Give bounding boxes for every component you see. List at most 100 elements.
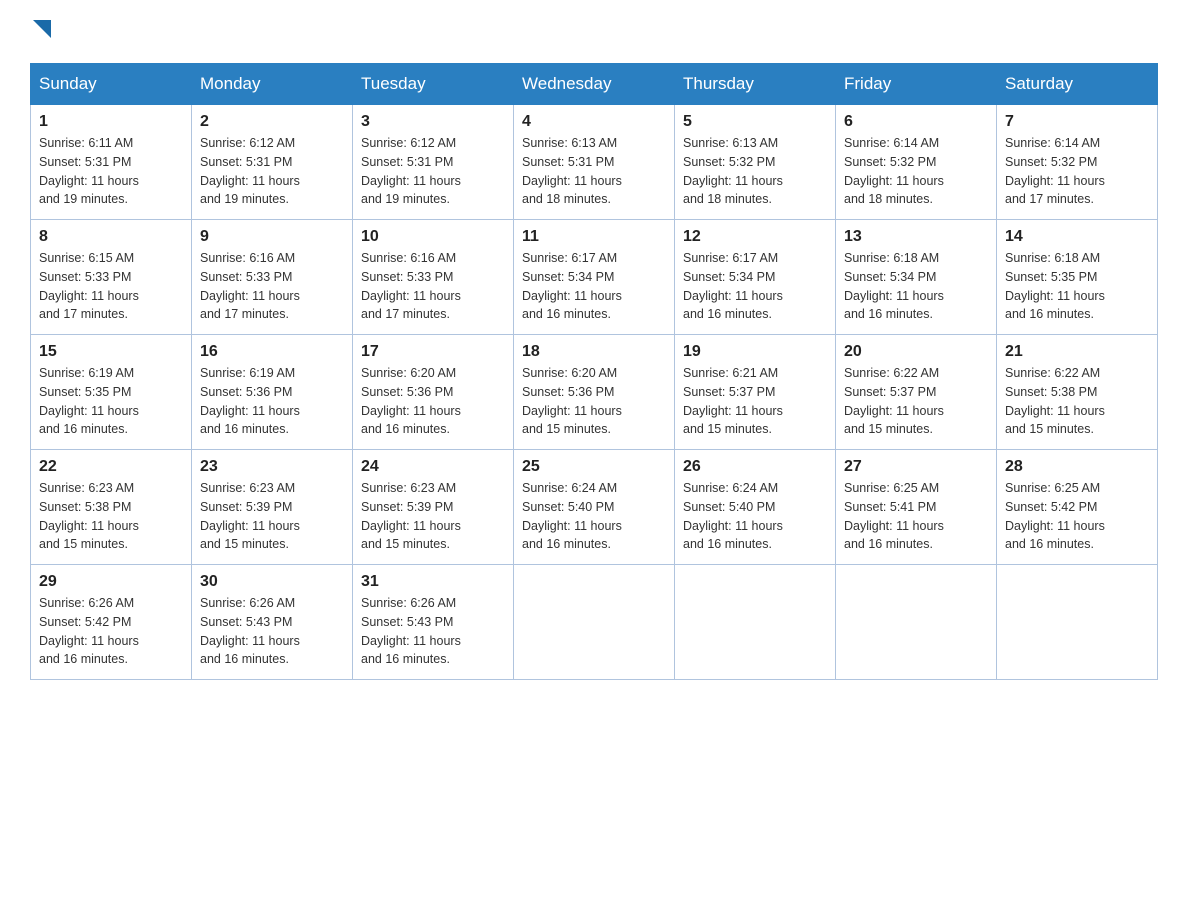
calendar-cell: 4 Sunrise: 6:13 AMSunset: 5:31 PMDayligh… [514,105,675,220]
calendar-header-row: SundayMondayTuesdayWednesdayThursdayFrid… [31,64,1158,105]
day-number: 23 [200,458,344,476]
day-info: Sunrise: 6:19 AMSunset: 5:35 PMDaylight:… [39,366,139,436]
day-info: Sunrise: 6:18 AMSunset: 5:34 PMDaylight:… [844,251,944,321]
day-info: Sunrise: 6:23 AMSunset: 5:39 PMDaylight:… [200,481,300,551]
day-number: 11 [522,228,666,246]
page-header [30,20,1158,43]
calendar-week-row: 22 Sunrise: 6:23 AMSunset: 5:38 PMDaylig… [31,450,1158,565]
calendar-cell: 16 Sunrise: 6:19 AMSunset: 5:36 PMDaylig… [192,335,353,450]
calendar-cell: 11 Sunrise: 6:17 AMSunset: 5:34 PMDaylig… [514,220,675,335]
day-number: 2 [200,113,344,131]
day-number: 24 [361,458,505,476]
calendar-week-row: 29 Sunrise: 6:26 AMSunset: 5:42 PMDaylig… [31,565,1158,680]
calendar-cell [675,565,836,680]
calendar-cell: 8 Sunrise: 6:15 AMSunset: 5:33 PMDayligh… [31,220,192,335]
day-number: 15 [39,343,183,361]
calendar-cell: 30 Sunrise: 6:26 AMSunset: 5:43 PMDaylig… [192,565,353,680]
calendar-cell: 18 Sunrise: 6:20 AMSunset: 5:36 PMDaylig… [514,335,675,450]
calendar-cell: 31 Sunrise: 6:26 AMSunset: 5:43 PMDaylig… [353,565,514,680]
day-number: 12 [683,228,827,246]
day-info: Sunrise: 6:13 AMSunset: 5:32 PMDaylight:… [683,136,783,206]
day-number: 1 [39,113,183,131]
calendar-cell: 13 Sunrise: 6:18 AMSunset: 5:34 PMDaylig… [836,220,997,335]
day-number: 5 [683,113,827,131]
calendar-cell [514,565,675,680]
day-number: 17 [361,343,505,361]
calendar-cell: 19 Sunrise: 6:21 AMSunset: 5:37 PMDaylig… [675,335,836,450]
calendar-week-row: 15 Sunrise: 6:19 AMSunset: 5:35 PMDaylig… [31,335,1158,450]
day-info: Sunrise: 6:26 AMSunset: 5:42 PMDaylight:… [39,596,139,666]
day-number: 4 [522,113,666,131]
calendar-cell: 24 Sunrise: 6:23 AMSunset: 5:39 PMDaylig… [353,450,514,565]
calendar-table: SundayMondayTuesdayWednesdayThursdayFrid… [30,63,1158,680]
day-info: Sunrise: 6:25 AMSunset: 5:41 PMDaylight:… [844,481,944,551]
day-number: 18 [522,343,666,361]
calendar-cell: 22 Sunrise: 6:23 AMSunset: 5:38 PMDaylig… [31,450,192,565]
day-info: Sunrise: 6:26 AMSunset: 5:43 PMDaylight:… [361,596,461,666]
calendar-cell [836,565,997,680]
calendar-cell: 17 Sunrise: 6:20 AMSunset: 5:36 PMDaylig… [353,335,514,450]
weekday-header-thursday: Thursday [675,64,836,105]
day-info: Sunrise: 6:20 AMSunset: 5:36 PMDaylight:… [361,366,461,436]
day-info: Sunrise: 6:18 AMSunset: 5:35 PMDaylight:… [1005,251,1105,321]
calendar-cell: 25 Sunrise: 6:24 AMSunset: 5:40 PMDaylig… [514,450,675,565]
day-info: Sunrise: 6:12 AMSunset: 5:31 PMDaylight:… [361,136,461,206]
day-number: 22 [39,458,183,476]
weekday-header-saturday: Saturday [997,64,1158,105]
day-number: 16 [200,343,344,361]
day-info: Sunrise: 6:23 AMSunset: 5:38 PMDaylight:… [39,481,139,551]
day-number: 20 [844,343,988,361]
day-number: 13 [844,228,988,246]
calendar-cell: 20 Sunrise: 6:22 AMSunset: 5:37 PMDaylig… [836,335,997,450]
day-info: Sunrise: 6:17 AMSunset: 5:34 PMDaylight:… [683,251,783,321]
day-number: 21 [1005,343,1149,361]
calendar-cell: 27 Sunrise: 6:25 AMSunset: 5:41 PMDaylig… [836,450,997,565]
day-info: Sunrise: 6:17 AMSunset: 5:34 PMDaylight:… [522,251,622,321]
day-info: Sunrise: 6:24 AMSunset: 5:40 PMDaylight:… [683,481,783,551]
calendar-cell: 26 Sunrise: 6:24 AMSunset: 5:40 PMDaylig… [675,450,836,565]
weekday-header-monday: Monday [192,64,353,105]
day-number: 8 [39,228,183,246]
day-info: Sunrise: 6:24 AMSunset: 5:40 PMDaylight:… [522,481,622,551]
day-info: Sunrise: 6:12 AMSunset: 5:31 PMDaylight:… [200,136,300,206]
weekday-header-wednesday: Wednesday [514,64,675,105]
calendar-cell: 6 Sunrise: 6:14 AMSunset: 5:32 PMDayligh… [836,105,997,220]
calendar-cell: 2 Sunrise: 6:12 AMSunset: 5:31 PMDayligh… [192,105,353,220]
calendar-cell: 10 Sunrise: 6:16 AMSunset: 5:33 PMDaylig… [353,220,514,335]
day-number: 14 [1005,228,1149,246]
calendar-cell: 7 Sunrise: 6:14 AMSunset: 5:32 PMDayligh… [997,105,1158,220]
calendar-cell: 5 Sunrise: 6:13 AMSunset: 5:32 PMDayligh… [675,105,836,220]
calendar-cell: 9 Sunrise: 6:16 AMSunset: 5:33 PMDayligh… [192,220,353,335]
calendar-cell: 28 Sunrise: 6:25 AMSunset: 5:42 PMDaylig… [997,450,1158,565]
day-info: Sunrise: 6:26 AMSunset: 5:43 PMDaylight:… [200,596,300,666]
day-number: 28 [1005,458,1149,476]
calendar-cell: 14 Sunrise: 6:18 AMSunset: 5:35 PMDaylig… [997,220,1158,335]
day-info: Sunrise: 6:20 AMSunset: 5:36 PMDaylight:… [522,366,622,436]
day-number: 25 [522,458,666,476]
calendar-cell [997,565,1158,680]
calendar-week-row: 8 Sunrise: 6:15 AMSunset: 5:33 PMDayligh… [31,220,1158,335]
calendar-cell: 15 Sunrise: 6:19 AMSunset: 5:35 PMDaylig… [31,335,192,450]
calendar-cell: 1 Sunrise: 6:11 AMSunset: 5:31 PMDayligh… [31,105,192,220]
day-number: 27 [844,458,988,476]
day-info: Sunrise: 6:23 AMSunset: 5:39 PMDaylight:… [361,481,461,551]
day-info: Sunrise: 6:22 AMSunset: 5:37 PMDaylight:… [844,366,944,436]
day-info: Sunrise: 6:11 AMSunset: 5:31 PMDaylight:… [39,136,139,206]
calendar-cell: 21 Sunrise: 6:22 AMSunset: 5:38 PMDaylig… [997,335,1158,450]
day-info: Sunrise: 6:21 AMSunset: 5:37 PMDaylight:… [683,366,783,436]
day-info: Sunrise: 6:19 AMSunset: 5:36 PMDaylight:… [200,366,300,436]
day-info: Sunrise: 6:15 AMSunset: 5:33 PMDaylight:… [39,251,139,321]
logo-arrow-icon [33,20,51,43]
weekday-header-tuesday: Tuesday [353,64,514,105]
day-info: Sunrise: 6:16 AMSunset: 5:33 PMDaylight:… [200,251,300,321]
weekday-header-sunday: Sunday [31,64,192,105]
calendar-cell: 3 Sunrise: 6:12 AMSunset: 5:31 PMDayligh… [353,105,514,220]
day-number: 26 [683,458,827,476]
day-number: 30 [200,573,344,591]
day-info: Sunrise: 6:16 AMSunset: 5:33 PMDaylight:… [361,251,461,321]
day-number: 10 [361,228,505,246]
day-number: 3 [361,113,505,131]
day-info: Sunrise: 6:22 AMSunset: 5:38 PMDaylight:… [1005,366,1105,436]
day-number: 9 [200,228,344,246]
day-info: Sunrise: 6:14 AMSunset: 5:32 PMDaylight:… [1005,136,1105,206]
